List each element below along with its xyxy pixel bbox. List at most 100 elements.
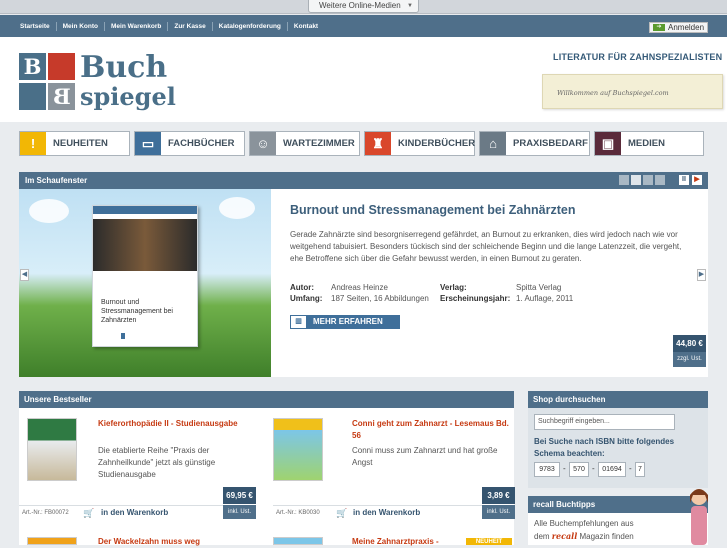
cart-icon: 🛒 <box>83 508 95 518</box>
more-info-button[interactable]: ▥ MEHR ERFAHREN <box>290 315 400 329</box>
nav-link-mein-konto[interactable]: Mein Konto <box>57 21 106 31</box>
showcase-photo: Burnout und Stressmanagement bei Zahnärz… <box>19 189 271 377</box>
isbn-sep: - <box>592 464 595 473</box>
pause-button[interactable]: II <box>679 175 689 185</box>
login-label: Anmelden <box>668 23 705 32</box>
isbn-part: 570 <box>569 462 589 477</box>
welcome-banner: Willkommen auf Buchspiegel.com <box>542 74 723 109</box>
nav-link-startseite[interactable]: Startseite <box>14 21 57 31</box>
product-title[interactable]: Conni geht zum Zahnarzt - Lesemaus Bd. 5… <box>352 418 512 442</box>
product-price-note: inkl. Ust. <box>482 505 515 519</box>
year-value: 1. Auflage, 2011 <box>516 294 574 303</box>
logo-tile-blue: B <box>19 53 46 80</box>
showcase-header: Im Schaufenster II ▶ <box>19 172 708 189</box>
showcase-section-title: Im Schaufenster <box>25 176 88 185</box>
year-label: Erscheinungsjahr: <box>440 294 511 303</box>
showcase-price-note: zzgl. Ust. <box>673 352 706 367</box>
book-open-icon: ▥ <box>291 316 306 328</box>
cloud-shape <box>219 197 255 219</box>
nav-link-warenkorb[interactable]: Mein Warenkorb <box>105 21 169 31</box>
isbn-part: 9783 <box>534 462 560 477</box>
category-neuheiten[interactable]: ! NEUHEITEN <box>19 131 130 156</box>
book-cover-band <box>93 206 197 214</box>
new-badge: NEUHEIT <box>466 538 512 545</box>
slide-indicators <box>619 175 665 185</box>
category-bar: ! NEUHEITEN ▭ FACHBÜCHER ☺ WARTEZIMMER ♜… <box>19 131 709 157</box>
category-wartezimmer[interactable]: ☺ WARTEZIMMER <box>249 131 360 156</box>
slide-dot[interactable] <box>643 175 653 185</box>
book-cover-image <box>93 219 197 271</box>
showcase-title[interactable]: Burnout und Stressmanagement bei Zahnärz… <box>290 203 575 217</box>
book-cover-logo <box>121 333 125 339</box>
add-to-cart-button[interactable]: in den Warenkorb <box>353 508 420 517</box>
book-icon: ▭ <box>135 132 161 155</box>
product-description: Die etablierte Reihe "Praxis der Zahnhei… <box>98 446 216 479</box>
teddy-icon: ♜ <box>365 132 391 155</box>
slide-dot[interactable] <box>631 175 641 185</box>
author-value: Andreas Heinze <box>331 283 388 292</box>
slide-dot[interactable] <box>619 175 629 185</box>
isbn-sep: - <box>563 464 566 473</box>
chevron-down-icon: ▼ <box>407 3 413 9</box>
nav-link-kasse[interactable]: Zur Kasse <box>168 21 213 31</box>
bestseller-title: Unsere Bestseller <box>19 391 514 408</box>
isbn-part: 01694 <box>598 462 626 477</box>
publisher-label: Verlag: <box>440 283 467 292</box>
main-nav: Startseite Mein Konto Mein Warenkorb Zur… <box>0 15 727 37</box>
product-title[interactable]: Der Wackelzahn muss weg <box>98 536 200 548</box>
book-cover-title: Burnout und Stressmanagement bei Zahnärz… <box>101 299 173 324</box>
shop-search-title: Shop durchsuchen <box>528 391 708 408</box>
product-cover[interactable] <box>273 537 323 545</box>
logo-text: Buch spiegel <box>80 50 176 112</box>
top-bar: Weitere Online-Medien ▼ <box>0 0 727 14</box>
showcase-price: 44,80 € <box>673 335 706 352</box>
product-cover[interactable] <box>27 537 77 545</box>
publisher-value: Spitta Verlag <box>516 283 562 292</box>
category-fachbuecher[interactable]: ▭ FACHBÜCHER <box>134 131 245 156</box>
nav-link-katalog[interactable]: Katalogenforderung <box>213 21 288 31</box>
online-media-dropdown[interactable]: Weitere Online-Medien ▼ <box>308 0 419 13</box>
play-button[interactable]: ▶ <box>692 175 702 185</box>
product-title[interactable]: Meine Zahnarztpraxis - <box>352 536 439 548</box>
scope-value: 187 Seiten, 16 Abbildungen <box>331 294 429 303</box>
article-number: Art.-Nr.: FB00072 <box>22 510 69 516</box>
product-price: 69,95 € <box>223 487 256 504</box>
product-price-note: inkl. Ust. <box>223 505 256 519</box>
cloud-shape <box>29 199 69 223</box>
article-number: Art.-Nr.: KB0030 <box>276 510 320 516</box>
recall-title: recall Buchtipps <box>528 496 708 513</box>
product-price: 3,89 € <box>482 487 515 504</box>
recall-brand[interactable]: recall <box>552 531 577 541</box>
product-title[interactable]: Kieferorthopädie II - Studienausgabe <box>98 418 238 430</box>
logo-tile-grey: B <box>48 83 75 110</box>
category-medien[interactable]: ▣ MEDIEN <box>594 131 704 156</box>
tagline: LITERATUR FÜR ZAHNSPEZIALISTEN <box>553 52 723 62</box>
author-label: Autor: <box>290 283 314 292</box>
prev-slide-button[interactable]: ◀ <box>20 269 29 281</box>
showcase-book-cover[interactable]: Burnout und Stressmanagement bei Zahnärz… <box>92 205 198 347</box>
nav-link-kontakt[interactable]: Kontakt <box>288 22 324 31</box>
search-input[interactable]: Suchbegriff eingeben... <box>534 414 675 430</box>
isbn-sep: - <box>629 464 632 473</box>
add-to-cart-button[interactable]: in den Warenkorb <box>101 508 168 517</box>
login-button[interactable]: ➔ Anmelden <box>649 22 708 33</box>
logo-tile-red <box>48 53 75 80</box>
product-cover[interactable] <box>273 418 323 481</box>
monitor-icon: ▣ <box>595 132 621 155</box>
exclamation-icon: ! <box>20 132 46 155</box>
scope-label: Umfang: <box>290 294 323 303</box>
online-media-label: Weitere Online-Medien <box>319 1 401 10</box>
chair-icon: ☺ <box>250 132 276 155</box>
category-praxisbedarf[interactable]: ⌂ PRAXISBEDARF <box>479 131 590 156</box>
next-slide-button[interactable]: ▶ <box>697 269 706 281</box>
cart-icon: 🛒 <box>336 508 348 518</box>
nav-links: Startseite Mein Konto Mein Warenkorb Zur… <box>14 15 324 37</box>
recall-girl-illustration <box>690 489 708 545</box>
isbn-hint: Bei Suche nach ISBN bitte folgendes Sche… <box>534 437 675 458</box>
product-cover[interactable] <box>27 418 77 481</box>
logo-tile-blue-2 <box>19 83 46 110</box>
product-description: Conni muss zum Zahnarzt und hat große An… <box>352 446 498 467</box>
category-kinderbuecher[interactable]: ♜ KINDERBÜCHER <box>364 131 475 156</box>
slide-dot[interactable] <box>655 175 665 185</box>
house-icon: ⌂ <box>480 132 506 155</box>
